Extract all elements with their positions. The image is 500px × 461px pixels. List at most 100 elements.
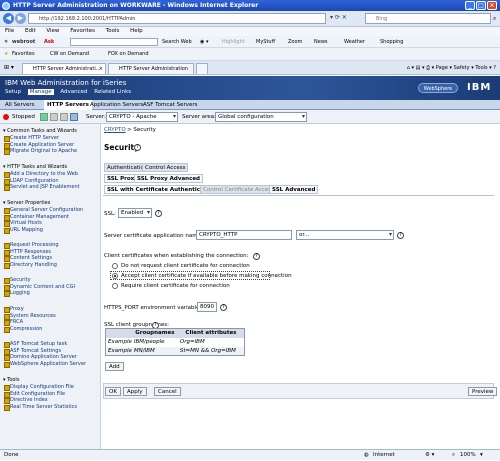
subnav-advanced[interactable]: Advanced xyxy=(60,89,87,95)
sidebar-item-logging[interactable]: Logging xyxy=(4,290,30,297)
browser-tab-2[interactable]: HTTP Server Administration o... xyxy=(108,63,194,82)
cert-app-select[interactable]: or... xyxy=(296,230,394,240)
zoom-dropdown-icon[interactable]: ▾ xyxy=(480,450,483,461)
radio-accept-if-available[interactable] xyxy=(112,273,118,279)
tab-http-servers[interactable]: HTTP Servers xyxy=(44,100,92,110)
server-area-select[interactable]: Global configuration xyxy=(215,112,307,122)
menu-help[interactable]: Help xyxy=(130,28,143,34)
maximize-button[interactable]: □ xyxy=(476,1,486,10)
search-web-button[interactable]: Search Web xyxy=(162,36,192,48)
print-icon[interactable]: ⎙ ▾ xyxy=(426,65,434,71)
port-help-icon[interactable]: ? xyxy=(220,304,227,311)
subnav-manage[interactable]: Manage xyxy=(27,89,54,95)
sidebar-item-directory-handling[interactable]: Directory Handling xyxy=(4,262,57,269)
zoom-icon[interactable]: ⌕ xyxy=(452,450,455,461)
radio-require[interactable] xyxy=(112,283,118,289)
toolbar-search-input[interactable] xyxy=(70,38,158,46)
tab-ssl-advanced[interactable]: SSL Advanced xyxy=(269,185,319,194)
close-window-button[interactable]: × xyxy=(487,1,497,10)
help-icon[interactable]: ? xyxy=(134,144,141,151)
url-input[interactable]: http://192.168.2.100:2001/HTTPAdmin xyxy=(28,13,326,24)
zoom-level[interactable]: 100% xyxy=(460,450,476,461)
sidebar-item-migrate-original[interactable]: Migrate Original to Apache xyxy=(3,148,77,155)
websphere-button[interactable]: WebSphere xyxy=(418,83,458,93)
restart-server-button[interactable] xyxy=(60,113,68,121)
radio-no-request[interactable] xyxy=(112,263,118,269)
globe-icon[interactable]: ◉ ▾ xyxy=(200,36,208,48)
back-icon[interactable]: ◀ xyxy=(3,13,14,24)
quick-tabs-icon[interactable]: ⊞ ▾ xyxy=(4,64,14,71)
webroot-brand[interactable]: webroot xyxy=(12,36,35,48)
sidebar-section-tools[interactable]: ▾ Tools xyxy=(3,377,19,384)
table-header: Groupnames xyxy=(131,328,178,338)
feeds-icon[interactable]: ▤ ▾ xyxy=(416,65,425,71)
ssl-help-icon[interactable]: ? xyxy=(155,210,162,217)
shopping-button[interactable]: Shopping xyxy=(380,36,403,48)
home-icon[interactable]: ⌂ ▾ xyxy=(407,65,414,71)
sidebar-section-http-tasks[interactable]: ▾ HTTP Tasks and Wizards xyxy=(3,164,67,171)
apply-button[interactable]: Apply xyxy=(123,387,147,396)
https-port-input[interactable]: 8090 xyxy=(197,302,217,312)
menu-tools[interactable]: Tools xyxy=(106,28,120,34)
tab-control-access[interactable]: Control Access xyxy=(142,163,189,172)
refresh-stop-icons[interactable]: ▾ ⟳ ✕ xyxy=(330,14,347,21)
browser-tab-1[interactable]: HTTP Server Administrati... × xyxy=(22,63,106,74)
highlight-button[interactable]: Highlight xyxy=(222,36,245,48)
cancel-button[interactable]: Cancel xyxy=(154,387,181,396)
menu-view[interactable]: View xyxy=(46,28,59,34)
fav-cw-on-demand[interactable]: CW on Demand xyxy=(50,48,89,61)
server-type-tabs: All Servers HTTP Servers Application Ser… xyxy=(0,100,500,110)
client-cert-help-icon[interactable]: ? xyxy=(253,253,260,260)
minimize-button[interactable]: _ xyxy=(465,1,475,10)
tab-ssl-proxy-advanced[interactable]: SSL Proxy Advanced xyxy=(134,174,203,183)
safety-menu[interactable]: Safety xyxy=(454,65,470,71)
tab-application-servers[interactable]: Application Servers xyxy=(87,100,146,110)
protected-mode-icon[interactable]: ⚙ ▾ xyxy=(425,450,434,461)
refresh-status-button[interactable] xyxy=(70,113,78,121)
tab-all-servers[interactable]: All Servers xyxy=(2,100,37,110)
ssl-select[interactable]: Enabled xyxy=(118,208,152,218)
menu-file[interactable]: File xyxy=(5,28,14,34)
favorites-button[interactable]: Favorites xyxy=(12,48,35,61)
search-input[interactable]: Bing xyxy=(365,13,491,24)
sidebar-item-compression[interactable]: Compression xyxy=(3,326,42,333)
sidebar-item-servlet-jsp[interactable]: Servlet and JSP Enablement xyxy=(4,184,80,191)
webroot-close-icon[interactable]: ✕ xyxy=(4,36,8,48)
ok-button[interactable]: OK xyxy=(105,387,121,396)
address-bar: ◀ ▶ http://192.168.2.100:2001/HTTPAdmin … xyxy=(0,11,500,27)
page-menu[interactable]: Page xyxy=(436,65,448,71)
fav-fox-on-demand[interactable]: FOX on Demand xyxy=(108,48,149,61)
favorites-star-icon[interactable]: ★ xyxy=(4,48,8,61)
subnav-related-links[interactable]: Related Links xyxy=(94,89,131,95)
tab-control-cert-access[interactable]: Control Certificate Access xyxy=(200,185,277,194)
sidebar-item-websphere[interactable]: WebSphere Application Server xyxy=(3,361,86,368)
add-groupname-button[interactable]: Add xyxy=(105,362,124,371)
news-button[interactable]: News xyxy=(314,36,328,48)
sidebar-item-url-mapping[interactable]: URL Mapping xyxy=(4,227,43,234)
tools-menu[interactable]: Tools xyxy=(475,65,487,71)
close-tab-icon[interactable]: × xyxy=(99,64,103,74)
sidebar-section-common[interactable]: ▾ Common Tasks and Wizards xyxy=(3,128,77,135)
breadcrumb-crypto-link[interactable]: CRYPTO xyxy=(104,127,126,133)
server-select[interactable]: CRYPTO - Apache xyxy=(106,112,178,122)
forward-icon[interactable]: ▶ xyxy=(15,13,26,24)
stop-server-button[interactable] xyxy=(50,113,58,121)
menu-favorites[interactable]: Favorites xyxy=(70,28,95,34)
menu-edit[interactable]: Edit xyxy=(25,28,36,34)
new-tab-button[interactable] xyxy=(196,63,208,74)
search-icon[interactable]: ⌕ xyxy=(493,15,496,23)
cert-app-input[interactable]: CRYPTO_HTTP xyxy=(196,230,292,240)
cert-help-icon[interactable]: ? xyxy=(397,232,404,239)
weather-button[interactable]: Weather xyxy=(344,36,365,48)
help-icon[interactable]: ? xyxy=(493,65,496,71)
tab-asf-tomcat-servers[interactable]: ASF Tomcat Servers xyxy=(140,100,201,110)
subnav-setup[interactable]: Setup xyxy=(5,89,21,95)
mystuff-button[interactable]: MyStuff xyxy=(256,36,275,48)
start-server-button[interactable] xyxy=(40,113,48,121)
preview-button[interactable]: Preview xyxy=(468,387,498,396)
zoom-button[interactable]: Zoom xyxy=(288,36,302,48)
sidebar-item-realtime-stats[interactable]: Real Time Server Statistics xyxy=(3,404,77,411)
table-cell: Org=IBM xyxy=(179,339,205,345)
ask-logo-icon[interactable]: Ask xyxy=(44,36,54,48)
sidebar-section-server-properties[interactable]: ▾ Server Properties xyxy=(3,200,50,207)
